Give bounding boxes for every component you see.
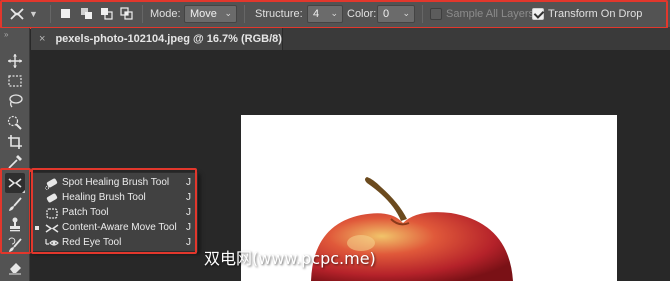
add-to-selection-icon[interactable]	[79, 6, 94, 21]
flyout-item-shortcut: J	[186, 222, 191, 233]
flyout-item-label: Patch Tool	[62, 207, 109, 218]
divider	[422, 5, 423, 23]
document-tab-title: pexels-photo-102104.jpeg @ 16.7% (RGB/8)	[55, 33, 282, 45]
flyout-item-label: Spot Healing Brush Tool	[62, 177, 170, 188]
content-aware-move-tool-icon	[8, 178, 22, 188]
mode-select[interactable]: Move ⌄	[184, 5, 237, 23]
subtract-from-selection-icon[interactable]	[99, 6, 114, 21]
brush-tool-icon	[9, 197, 22, 211]
tools-panel: »	[0, 28, 30, 281]
structure-select[interactable]: 4 ⌄	[307, 5, 343, 23]
divider	[244, 5, 245, 23]
options-bar: ▼ Mode: Move ⌄ Structure: 4 ⌄ Color: 0 ⌄…	[0, 0, 670, 28]
transform-on-drop-label: Transform On Drop	[548, 8, 643, 20]
flyout-item-shortcut: J	[186, 192, 191, 203]
flyout-item-label: Healing Brush Tool	[62, 192, 146, 203]
content-aware-move-icon	[45, 224, 59, 233]
sample-all-layers-label: Sample All Layers	[446, 8, 535, 20]
panel-collapse-icon[interactable]: »	[4, 30, 9, 39]
healing-tools-flyout: Spot Healing Brush Tool J Healing Brush …	[30, 172, 198, 252]
flyout-item-healing-brush[interactable]: Healing Brush Tool J	[31, 191, 197, 206]
lasso-tool[interactable]	[5, 91, 25, 111]
flyout-item-patch-tool[interactable]: Patch Tool J	[31, 206, 197, 221]
eraser-tool-icon	[9, 263, 21, 275]
marquee-tool-icon	[8, 75, 22, 87]
flyout-item-shortcut: J	[186, 237, 191, 248]
content-aware-move-tool[interactable]	[5, 173, 25, 193]
move-tool[interactable]	[5, 51, 25, 71]
transform-on-drop-checkbox[interactable]	[532, 8, 544, 20]
eyedropper-tool-icon	[8, 155, 22, 169]
flyout-item-content-aware-move[interactable]: Content-Aware Move Tool J	[31, 221, 197, 236]
chevron-down-icon: ⌄	[224, 8, 232, 18]
new-selection-icon[interactable]	[58, 6, 73, 21]
crop-tool[interactable]	[5, 132, 25, 152]
chevron-down-icon: ⌄	[330, 8, 338, 18]
mode-label: Mode:	[150, 8, 181, 20]
chevron-down-icon: ▼	[29, 9, 38, 19]
quick-selection-tool[interactable]	[5, 112, 25, 132]
marquee-tool[interactable]	[5, 71, 25, 91]
flyout-item-label: Red Eye Tool	[62, 237, 122, 248]
crop-tool-icon	[8, 135, 22, 149]
structure-label: Structure:	[255, 8, 303, 20]
move-tool-icon	[8, 54, 22, 68]
flyout-item-shortcut: J	[186, 177, 191, 188]
chevron-down-icon: ⌄	[402, 8, 410, 18]
quick-selection-tool-icon	[7, 115, 22, 130]
red-eye-icon	[45, 239, 59, 246]
flyout-item-label: Content-Aware Move Tool	[62, 222, 177, 233]
eraser-tool[interactable]	[5, 257, 25, 277]
document-tab-bar: × pexels-photo-102104.jpeg @ 16.7% (RGB/…	[31, 28, 670, 50]
document-tab[interactable]: × pexels-photo-102104.jpeg @ 16.7% (RGB/…	[31, 28, 283, 50]
lasso-tool-icon	[9, 94, 23, 108]
color-select[interactable]: 0 ⌄	[377, 5, 415, 23]
patch-tool-icon	[46, 208, 58, 219]
watermark-text: 双电网(www.pcpc.me)	[204, 249, 376, 268]
flyout-item-shortcut: J	[186, 207, 191, 218]
color-label: Color:	[347, 8, 377, 20]
flyout-item-red-eye[interactable]: Red Eye Tool J	[31, 236, 197, 251]
close-icon[interactable]: ×	[39, 33, 45, 45]
color-value: 0	[383, 8, 390, 20]
intersect-selection-icon[interactable]	[119, 6, 134, 21]
eyedropper-tool[interactable]	[5, 152, 25, 172]
healing-brush-icon	[46, 193, 58, 203]
divider	[50, 5, 51, 23]
history-brush-tool-icon	[8, 237, 22, 252]
clone-stamp-tool[interactable]	[5, 214, 25, 234]
divider	[142, 5, 143, 23]
flyout-indicator-icon	[22, 190, 25, 193]
content-aware-move-icon	[10, 8, 24, 20]
history-brush-tool[interactable]	[5, 235, 25, 255]
tool-preset-picker[interactable]: ▼	[8, 4, 44, 24]
flyout-item-spot-healing-brush[interactable]: Spot Healing Brush Tool J	[31, 176, 197, 191]
mode-value: Move	[190, 8, 217, 20]
structure-value: 4	[313, 8, 320, 20]
selected-indicator-icon	[35, 226, 39, 230]
clone-stamp-tool-icon	[10, 217, 20, 232]
brush-tool[interactable]	[5, 194, 25, 214]
sample-all-layers-checkbox[interactable]	[430, 8, 442, 20]
spot-healing-brush-icon	[45, 178, 58, 190]
